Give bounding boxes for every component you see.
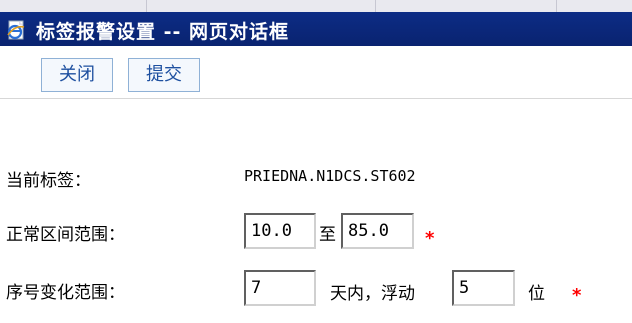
dialog-toolbar: 关闭 提交 — [0, 46, 632, 99]
seq-unit-text: 位 — [528, 284, 545, 304]
close-button[interactable]: 关闭 — [41, 58, 113, 92]
normal-range-label: 正常区间范围： — [6, 225, 125, 245]
dialog-titlebar[interactable]: 标签报警设置 -- 网页对话框 — [0, 12, 632, 46]
normal-range-min-input[interactable]: 10.0 — [244, 213, 316, 249]
seq-within-text: 天内，浮动 — [330, 284, 415, 304]
required-marker: * — [572, 285, 582, 306]
seq-change-label: 序号变化范围： — [6, 283, 125, 303]
normal-range-max-input[interactable]: 85.0 — [341, 213, 414, 249]
required-marker: * — [425, 228, 435, 249]
ie-page-icon — [6, 19, 28, 41]
range-to-text: 至 — [319, 225, 336, 245]
alarm-settings-form: 当前标签： PRIEDNA.N1DCS.ST602 正常区间范围： 10.0 至… — [0, 99, 632, 323]
background-strip-segment — [376, 0, 557, 12]
current-tag-label: 当前标签： — [6, 171, 91, 191]
background-strip-segment — [0, 0, 147, 12]
current-tag-value: PRIEDNA.N1DCS.ST602 — [244, 167, 416, 185]
background-strip-segment — [147, 0, 376, 12]
seq-float-input[interactable]: 5 — [452, 270, 515, 306]
dialog-title: 标签报警设置 -- 网页对话框 — [36, 21, 290, 43]
seq-days-input[interactable]: 7 — [244, 270, 316, 306]
submit-button[interactable]: 提交 — [128, 58, 200, 92]
